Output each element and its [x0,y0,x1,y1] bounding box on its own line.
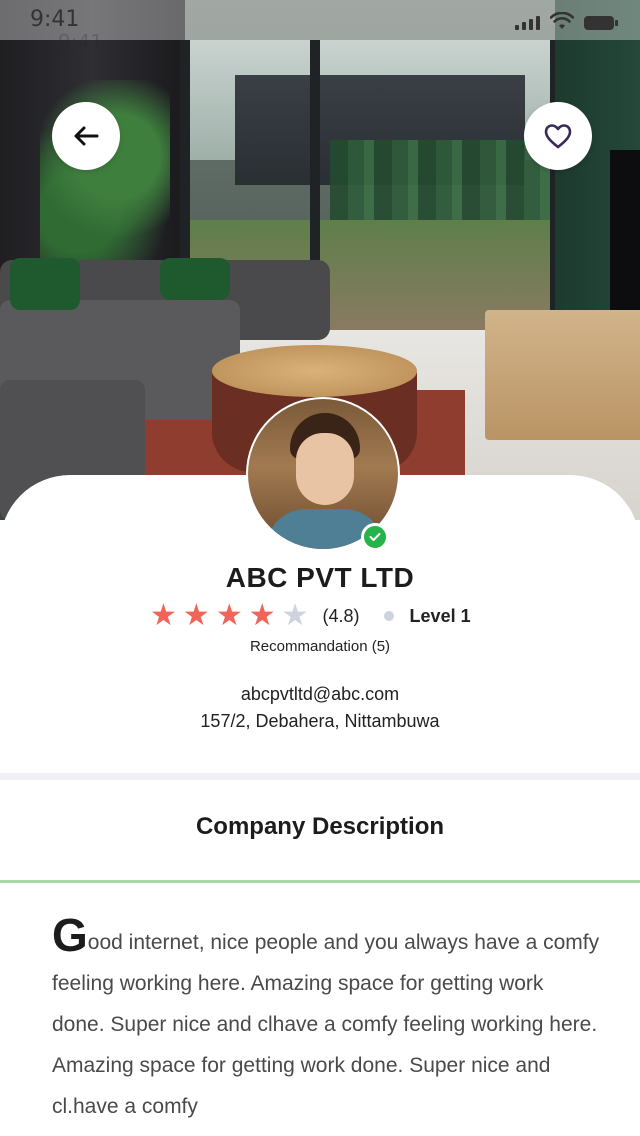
check-icon [369,533,381,541]
status-bar: 9:41 9:41 [0,0,640,54]
description-body: ood internet, nice people and you always… [52,931,600,1118]
star-filled-icon: ★ [182,599,210,632]
company-email[interactable]: abcpvtltd@abc.com [0,684,640,705]
avatar-container [246,397,400,551]
online-status-badge [361,523,389,551]
active-tab-indicator [0,880,640,883]
favorite-button[interactable] [524,102,592,170]
star-filled-icon: ★ [215,599,243,632]
section-divider [0,773,640,780]
back-button[interactable] [52,102,120,170]
star-empty-icon: ★ [281,599,309,632]
company-name: ABC PVT LTD [225,562,415,593]
company-address: 157/2, Debahera, Nittambuwa [200,711,440,731]
wifi-icon [550,12,574,29]
arrow-left-icon [74,126,99,146]
battery-icon [584,16,618,30]
rating-stars: ★ ★ ★ ★ ★ [150,601,315,631]
status-time-ghost: 9:41 [58,30,103,54]
rating-value: (4.8) [322,605,360,626]
star-filled-icon: ★ [248,599,276,632]
tab-company-description[interactable]: Company Description [0,813,640,841]
recommendation-count[interactable]: Recommandation (5) [0,638,640,655]
level-badge: Level 1 [409,605,471,626]
heart-outline-icon [544,124,572,149]
separator-dot [383,611,394,621]
status-time: 9:41 [30,7,80,32]
star-filled-icon: ★ [150,599,177,632]
rating-row: ★ ★ ★ ★ ★ (4.8) Level 1 [150,601,471,631]
cellular-signal-icon [515,14,540,30]
company-description-text: Good internet, nice people and you alway… [52,912,600,1127]
description-dropcap: G [52,909,88,961]
